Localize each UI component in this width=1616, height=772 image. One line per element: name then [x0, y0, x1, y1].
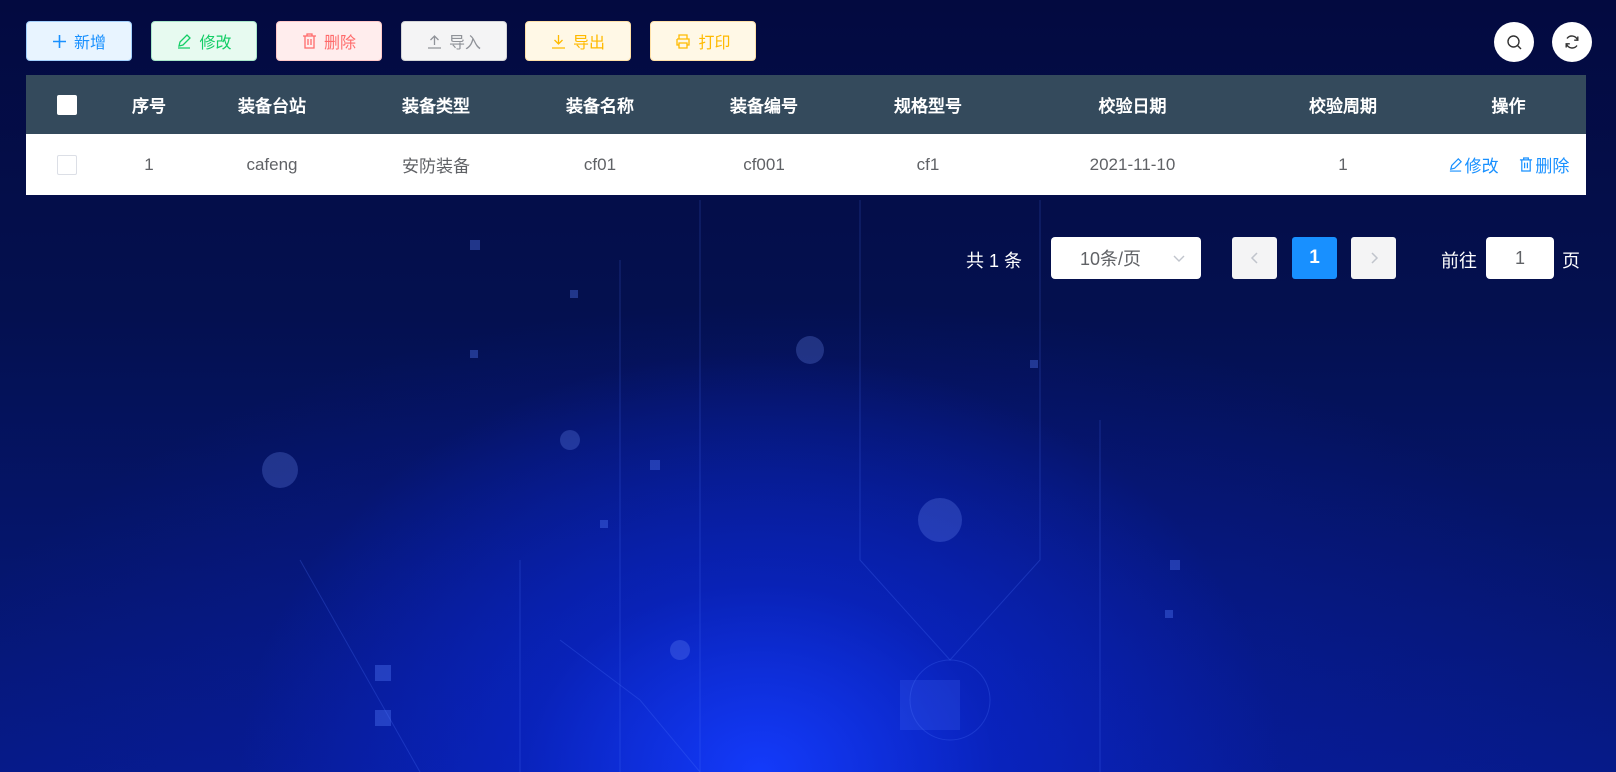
edit-button[interactable]: 修改: [151, 21, 257, 61]
cell-check-date: 2021-11-10: [1089, 154, 1176, 174]
equipment-table: 序号 装备台站 装备类型 装备名称 装备编号 规格型号 校验日期 校验周期 操作…: [26, 75, 1586, 195]
export-button-label: 导出: [572, 35, 605, 52]
header-check-date: 校验日期: [1098, 97, 1167, 116]
chevron-down-icon: [1173, 255, 1185, 262]
row-select-cell: [26, 154, 108, 175]
cell-ops: 修改 删除: [1431, 152, 1586, 177]
select-all-checkbox[interactable]: [57, 94, 77, 115]
header-type: 装备类型: [402, 97, 470, 116]
add-button-label: 新增: [73, 35, 106, 52]
header-name: 装备名称: [566, 97, 634, 116]
chevron-right-icon: [1370, 252, 1378, 264]
search-icon: [1506, 34, 1521, 49]
header-ops: 操作: [1491, 97, 1526, 116]
delete-button-label: 删除: [323, 35, 356, 52]
delete-button[interactable]: 删除: [276, 21, 382, 61]
page-size-select[interactable]: 10条/页: [1051, 237, 1201, 279]
add-button[interactable]: 新增: [26, 21, 132, 61]
download-icon: [551, 34, 565, 49]
goto-suffix: 页: [1562, 251, 1580, 271]
row-checkbox[interactable]: [57, 154, 77, 175]
upload-icon: [427, 34, 441, 49]
edit-button-label: 修改: [199, 35, 232, 52]
export-button[interactable]: 导出: [525, 21, 631, 61]
row-delete-link[interactable]: 删除: [1519, 152, 1569, 177]
pagination-total: 共 1 条: [966, 251, 1023, 271]
refresh-button[interactable]: [1552, 22, 1592, 62]
page-number-current[interactable]: 1: [1292, 237, 1337, 279]
table-row[interactable]: 1 cafeng 安防装备 cf01 cf001 cf1 2021-11-10 …: [26, 134, 1586, 195]
cell-code: cf001: [743, 154, 785, 174]
prev-page-button[interactable]: [1232, 237, 1277, 279]
row-delete-label: 删除: [1535, 157, 1570, 176]
goto-label: 前往: [1441, 251, 1477, 271]
trash-icon: [1520, 157, 1533, 172]
cell-station: cafeng: [246, 154, 298, 174]
cell-spec: cf1: [916, 154, 940, 174]
plus-icon: [52, 34, 66, 48]
cell-check-cycle: 1: [1338, 154, 1348, 174]
page-size-value: 10条/页: [1080, 249, 1142, 269]
pagination: 共 1 条 10条/页 1 前往 页: [0, 237, 1616, 279]
header-index: 序号: [132, 97, 166, 116]
select-all-cell: [26, 94, 108, 115]
print-button[interactable]: 打印: [650, 21, 756, 61]
printer-icon: [676, 33, 691, 49]
import-button-label: 导入: [448, 35, 481, 52]
row-edit-link[interactable]: 修改: [1448, 152, 1499, 177]
table-header: 序号 装备台站 装备类型 装备名称 装备编号 规格型号 校验日期 校验周期 操作: [26, 75, 1586, 134]
row-edit-label: 修改: [1464, 157, 1499, 176]
header-code: 装备编号: [730, 97, 798, 116]
next-page-button[interactable]: [1351, 237, 1396, 279]
search-toggle-button[interactable]: [1494, 22, 1534, 62]
header-station: 装备台站: [238, 97, 306, 116]
trash-icon: [302, 33, 316, 49]
import-button[interactable]: 导入: [401, 21, 507, 61]
goto-page-input[interactable]: [1486, 237, 1554, 279]
edit-icon: [1449, 158, 1462, 172]
edit-icon: [178, 34, 192, 49]
cell-name: cf01: [583, 154, 617, 174]
chevron-left-icon: [1250, 252, 1258, 264]
cell-index: 1: [144, 154, 154, 174]
print-button-label: 打印: [698, 35, 731, 52]
header-check-cycle: 校验周期: [1309, 97, 1377, 116]
header-spec: 规格型号: [894, 97, 962, 116]
cell-type: 安防装备: [402, 157, 470, 176]
refresh-icon: [1565, 35, 1579, 49]
